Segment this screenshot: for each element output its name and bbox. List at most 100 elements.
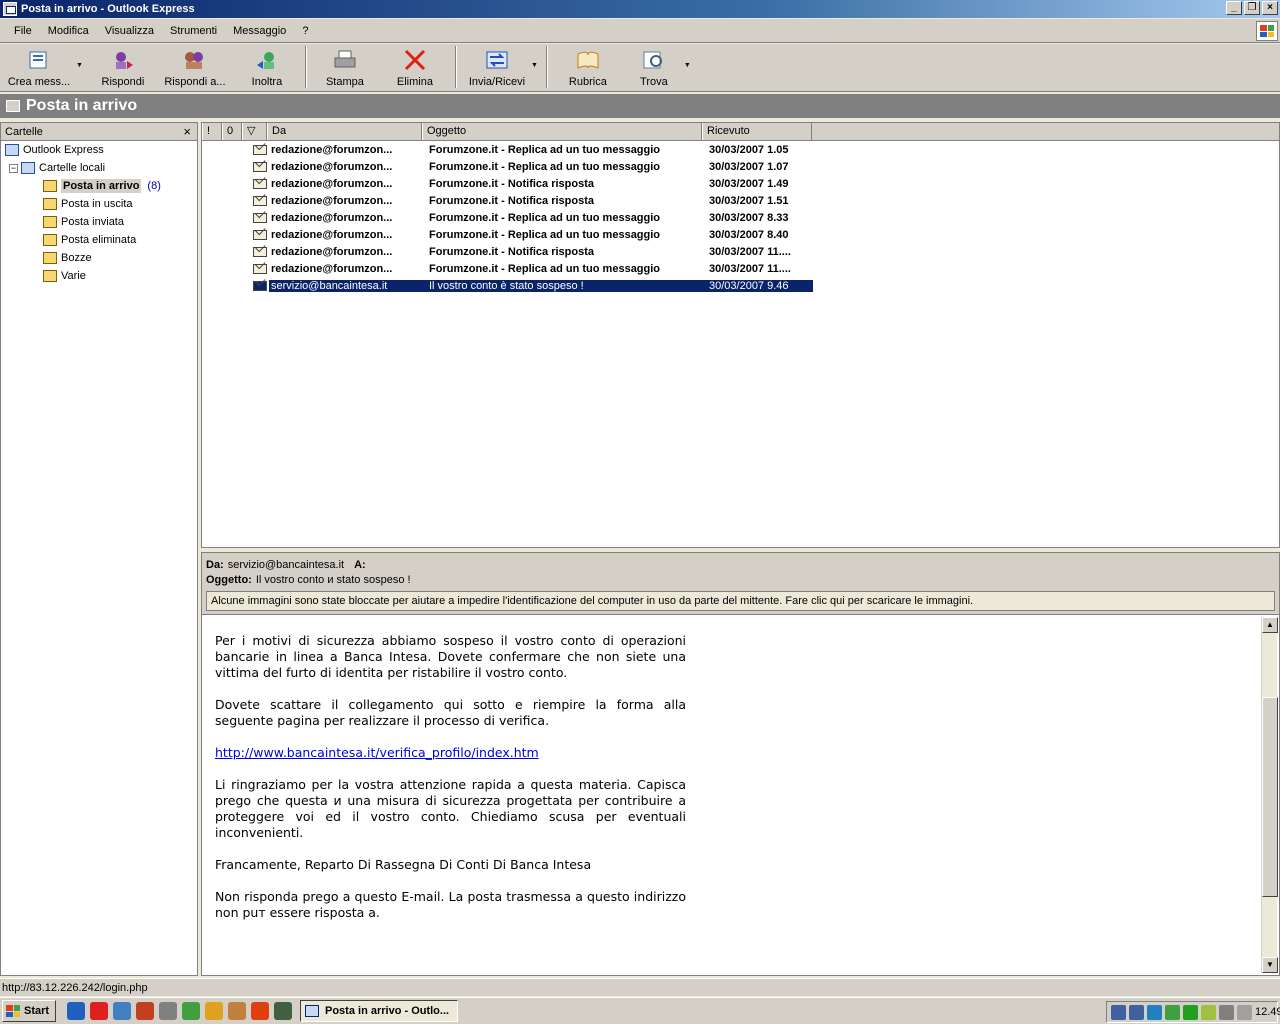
scroll-up-icon[interactable]: ▲ [1262, 617, 1278, 633]
message-status [202, 280, 269, 291]
forward-button[interactable]: Inoltra [237, 44, 297, 90]
menu-help[interactable]: ? [302, 25, 308, 37]
column-flag[interactable]: ▽ [242, 123, 267, 140]
print-button[interactable]: Stampa [315, 44, 375, 90]
folder-item-posta-inviata[interactable]: Posta inviata [1, 213, 197, 231]
quick-launch-icon[interactable] [182, 1002, 200, 1020]
folder-item-posta-eliminata[interactable]: Posta eliminata [1, 231, 197, 249]
start-button[interactable]: Start [2, 1000, 56, 1022]
message-status [202, 212, 269, 223]
message-received: 30/03/2007 1.05 [709, 143, 789, 156]
close-folder-pane-button[interactable]: × [183, 124, 191, 139]
message-row[interactable]: redazione@forumzon... Forumzone.it - Repl… [202, 209, 1279, 226]
new-message-button[interactable]: Crea mess... [4, 44, 74, 90]
outbox-icon [43, 198, 57, 210]
print-icon [331, 48, 359, 72]
menu-modifica[interactable]: Modifica [48, 25, 89, 37]
reply-all-button[interactable]: Rispondi a... [159, 44, 231, 90]
scroll-down-icon[interactable]: ▼ [1262, 957, 1278, 973]
column-received[interactable]: Ricevuto [702, 123, 812, 140]
message-row[interactable]: redazione@forumzon... Forumzone.it - Noti… [202, 243, 1279, 260]
message-received: 30/03/2007 1.49 [709, 177, 789, 190]
message-row[interactable]: redazione@forumzon... Forumzone.it - Repl… [202, 226, 1279, 243]
folder-label: Varie [61, 270, 86, 282]
tray-icon[interactable] [1237, 1004, 1252, 1020]
folder-item-cartelle-locali[interactable]: − Cartelle locali [1, 159, 197, 177]
message-from: redazione@forumzon... [271, 160, 393, 173]
message-row[interactable]: servizio@bancaintesa.it Il vostro conto è… [202, 277, 1279, 294]
minimize-button[interactable]: _ [1226, 1, 1242, 15]
reply-button[interactable]: Rispondi [93, 44, 153, 90]
folder-item-varie[interactable]: Varie [1, 267, 197, 285]
find-button[interactable]: Trova [626, 44, 682, 90]
folder-label: Posta inviata [61, 216, 124, 228]
message-row[interactable]: redazione@forumzon... Forumzone.it - Repl… [202, 158, 1279, 175]
message-row[interactable]: redazione@forumzon... Forumzone.it - Noti… [202, 192, 1279, 209]
message-received: 30/03/2007 8.40 [709, 228, 789, 241]
restore-button[interactable]: ❐ [1244, 1, 1260, 15]
unread-count: (8) [147, 180, 161, 192]
quick-launch-icon[interactable] [274, 1002, 292, 1020]
menu-visualizza[interactable]: Visualizza [105, 25, 154, 37]
folder-item-posta-in-arrivo[interactable]: Posta in arrivo (8) [1, 177, 197, 195]
message-rows: redazione@forumzon... Forumzone.it - Repl… [202, 141, 1279, 294]
window-title: Posta in arrivo - Outlook Express [21, 3, 195, 15]
quick-launch-icon[interactable] [205, 1002, 223, 1020]
menu-bar: File Modifica Visualizza Strumenti Messa… [0, 19, 1280, 43]
message-from: redazione@forumzon... [271, 194, 393, 207]
column-attachment[interactable]: 0 [222, 123, 242, 140]
close-button[interactable]: × [1262, 1, 1278, 15]
vertical-scrollbar[interactable]: ▲ ▼ [1261, 617, 1278, 973]
quick-launch-icon[interactable] [136, 1002, 154, 1020]
scroll-thumb[interactable] [1262, 697, 1278, 897]
folder-item-bozze[interactable]: Bozze [1, 249, 197, 267]
outlook-express-icon [3, 2, 17, 16]
delete-button[interactable]: Elimina [383, 44, 447, 90]
collapse-icon[interactable]: − [9, 163, 18, 173]
task-label: Posta in arrivo - Outlo... [325, 1005, 450, 1017]
menu-strumenti[interactable]: Strumenti [170, 25, 217, 37]
quick-launch-icon[interactable] [67, 1002, 85, 1020]
quick-launch-icon[interactable] [90, 1002, 108, 1020]
quick-launch [62, 1002, 292, 1020]
blocked-images-bar[interactable]: Alcune immagini sono state bloccate per … [206, 591, 1275, 611]
folder-pane-header: Cartelle × [1, 123, 197, 141]
tray-icon[interactable] [1129, 1004, 1144, 1020]
find-dropdown-icon[interactable]: ▼ [684, 62, 691, 69]
send-receive-button[interactable]: Invia/Ricevi [465, 44, 529, 90]
taskbar-button-outlook[interactable]: Posta in arrivo - Outlo... [300, 1000, 458, 1022]
message-row[interactable]: redazione@forumzon... Forumzone.it - Repl… [202, 141, 1279, 158]
column-priority[interactable]: ! [202, 123, 222, 140]
column-from[interactable]: Da [267, 123, 422, 140]
tray-icon[interactable] [1219, 1004, 1234, 1020]
quick-launch-icon[interactable] [228, 1002, 246, 1020]
tray-icon[interactable] [1165, 1004, 1180, 1020]
menu-file[interactable]: File [14, 25, 32, 37]
outlook-express-icon [5, 144, 19, 156]
quick-launch-icon[interactable] [159, 1002, 177, 1020]
forward-label: Inoltra [251, 76, 283, 88]
message-row[interactable]: redazione@forumzon... Forumzone.it - Noti… [202, 175, 1279, 192]
folder-item-posta-in-uscita[interactable]: Posta in uscita [1, 195, 197, 213]
tray-icon[interactable] [1147, 1004, 1162, 1020]
deleted-icon [43, 234, 57, 246]
phishing-link[interactable]: http://www.bancaintesa.it/verifica_profi… [215, 745, 539, 760]
address-book-button[interactable]: Rubrica [556, 44, 620, 90]
message-row[interactable]: redazione@forumzon... Forumzone.it - Repl… [202, 260, 1279, 277]
menu-messaggio[interactable]: Messaggio [233, 25, 286, 37]
tray-icon[interactable] [1111, 1004, 1126, 1020]
message-subject: Forumzone.it - Notifica risposta [429, 177, 595, 190]
body-paragraph: Per i motivi di sicurezza abbiamo sospes… [215, 633, 686, 680]
new-message-dropdown-icon[interactable]: ▼ [76, 62, 83, 69]
send-receive-dropdown-icon[interactable]: ▼ [531, 62, 538, 69]
body-paragraph: Dovete scattare il collegamento qui sott… [215, 697, 686, 728]
folder-label: Posta eliminata [61, 234, 137, 246]
tray-icon[interactable] [1201, 1004, 1216, 1020]
to-label: A: [354, 558, 366, 571]
folder-item-outlook-express[interactable]: Outlook Express [1, 141, 197, 159]
column-subject[interactable]: Oggetto [422, 123, 702, 140]
quick-launch-icon[interactable] [113, 1002, 131, 1020]
tray-icon[interactable] [1183, 1004, 1198, 1020]
message-from: servizio@bancaintesa.it [269, 279, 423, 292]
quick-launch-icon[interactable] [251, 1002, 269, 1020]
